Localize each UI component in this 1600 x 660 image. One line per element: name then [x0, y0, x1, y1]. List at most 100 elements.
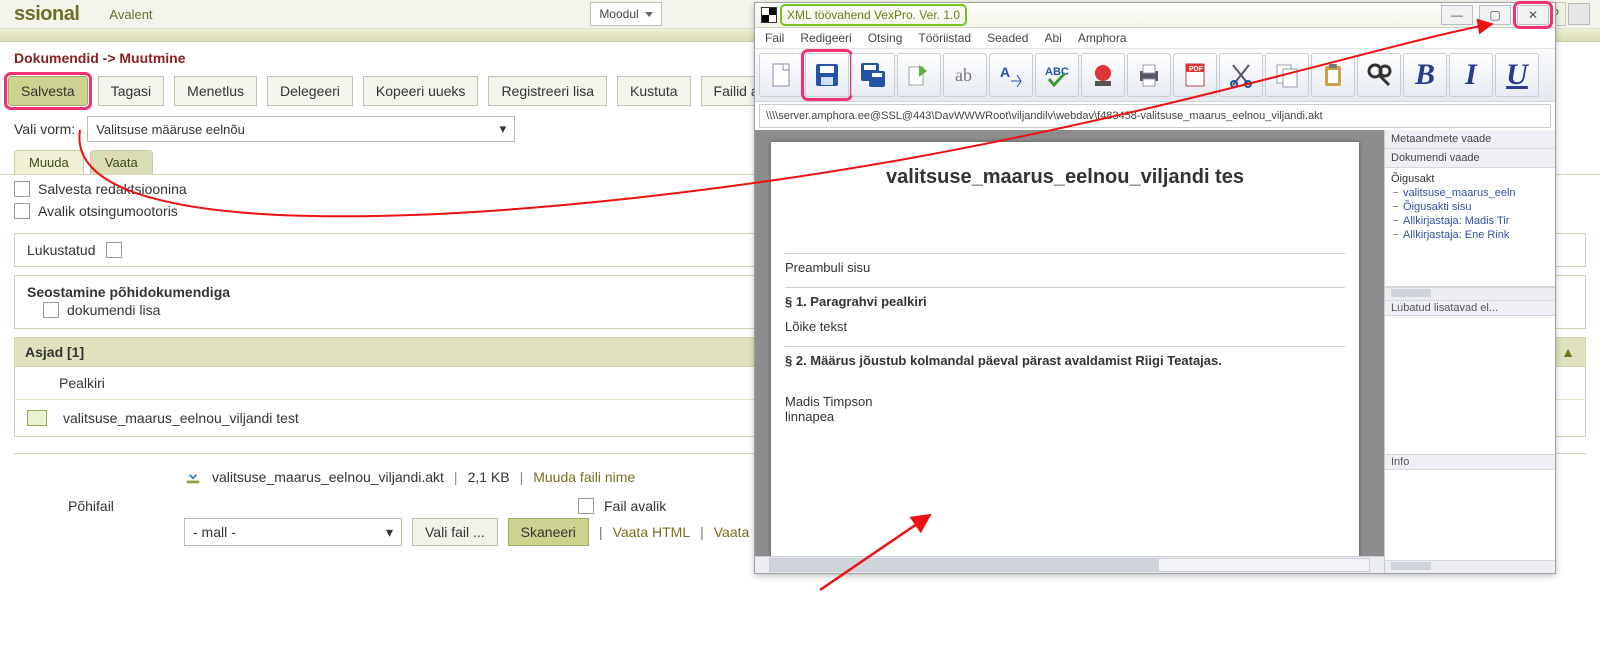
view-html-link[interactable]: Vaata HTML — [613, 524, 691, 540]
back-button[interactable]: Tagasi — [98, 76, 164, 106]
chevron-up-icon[interactable]: ▲ — [1561, 344, 1575, 360]
tab-muuda[interactable]: Muuda — [14, 150, 84, 174]
vexpro-title: XML töövahend VexPro. Ver. 1.0 — [783, 7, 964, 23]
doc-preambul: Preambuli sisu — [785, 253, 1345, 275]
side-meta-header[interactable]: Metaandmete vaade — [1385, 130, 1555, 149]
main-file-name[interactable]: valitsuse_maarus_eelnou_viljandi.akt — [212, 469, 444, 485]
document-page[interactable]: valitsuse_maarus_eelnou_viljandi tes Pre… — [771, 142, 1359, 556]
minimize-button[interactable]: — — [1441, 5, 1473, 25]
save-as-icon[interactable] — [851, 53, 895, 97]
asjad-header: Asjad [1] — [25, 344, 84, 360]
module-select-label: Moodul — [599, 7, 638, 21]
public-search-label: Avalik otsingumootoris — [38, 203, 178, 219]
spellcheck-icon[interactable]: ABC — [1035, 53, 1079, 97]
tree-node[interactable]: Allkirjastaja: Madis Tir — [1391, 214, 1553, 228]
delete-button[interactable]: Kustuta — [617, 76, 690, 106]
logo-fragment: ssional — [14, 3, 79, 26]
file-public-checkbox[interactable] — [578, 498, 594, 514]
save-icon[interactable] — [805, 53, 849, 97]
find-icon[interactable] — [1357, 53, 1401, 97]
cut-icon[interactable] — [1219, 53, 1263, 97]
vexpro-menubar: Fail Redigeeri Otsing Tööriistad Seaded … — [755, 28, 1555, 49]
workflow-button[interactable]: Menetlus — [174, 76, 257, 106]
file-public-label: Fail avalik — [604, 498, 666, 514]
menu-tooriistad[interactable]: Tööriistad — [918, 31, 971, 45]
public-search-checkbox[interactable] — [14, 203, 30, 219]
doc-addon-label: dokumendi lisa — [67, 302, 160, 318]
scan-button[interactable]: Skaneeri — [508, 518, 589, 546]
underline-icon[interactable]: U — [1495, 53, 1539, 97]
module-select[interactable]: Moodul — [590, 0, 662, 28]
menu-seaded[interactable]: Seaded — [987, 31, 1028, 45]
menu-redigeeri[interactable]: Redigeeri — [800, 31, 851, 45]
tree-h-scroll[interactable] — [1385, 287, 1555, 300]
export-icon[interactable] — [897, 53, 941, 97]
vexpro-file-path[interactable]: \\\\server.amphora.ee@SSL@443\DavWWWRoot… — [759, 104, 1551, 128]
template-select-value: - mall - — [193, 524, 236, 540]
register-extra-button[interactable]: Registreeri lisa — [488, 76, 607, 106]
tree-node[interactable]: valitsuse_maarus_eeln — [1391, 186, 1553, 200]
template-select[interactable]: - mall - ▾ — [184, 518, 402, 546]
side-doc-header[interactable]: Dokumendi vaade — [1385, 149, 1555, 168]
text-format-icon[interactable]: A — [989, 53, 1033, 97]
bold-icon[interactable]: B — [1403, 53, 1447, 97]
menu-fail[interactable]: Fail — [765, 31, 784, 45]
svg-text:ab: ab — [955, 65, 972, 85]
pipe-separator: | — [599, 524, 603, 540]
side-tree[interactable]: Õigusakt valitsuse_maarus_eeln Õigusakti… — [1385, 168, 1555, 287]
copy-new-button[interactable]: Kopeeri uueks — [363, 76, 479, 106]
current-user: Avalent — [109, 7, 152, 22]
asjad-row-title: valitsuse_maarus_eelnou_viljandi test — [63, 410, 299, 426]
print-icon[interactable] — [1127, 53, 1171, 97]
paste-icon[interactable] — [1311, 53, 1355, 97]
vexpro-titlebar[interactable]: XML töövahend VexPro. Ver. 1.0 — ▢ ✕ — [755, 3, 1555, 28]
document-icon — [27, 410, 47, 426]
vexpro-side-pane: Metaandmete vaade Dokumendi vaade Õigusa… — [1385, 130, 1555, 573]
new-doc-icon[interactable] — [759, 53, 803, 97]
save-button[interactable]: Salvesta — [8, 76, 88, 106]
chevron-down-icon — [645, 12, 653, 17]
pipe-separator: | — [520, 469, 524, 485]
vexpro-app-icon — [761, 7, 777, 23]
rename-file-link[interactable]: Muuda faili nime — [533, 469, 635, 485]
doc-signer-role: linnapea — [785, 409, 1345, 424]
tree-node[interactable]: Allkirjastaja: Ene Rink — [1391, 228, 1553, 242]
pipe-separator: | — [700, 524, 704, 540]
side-allowed-header[interactable]: Lubatud lisatavad el... — [1385, 300, 1555, 316]
locked-label: Lukustatud — [27, 242, 96, 258]
close-button[interactable]: ✕ — [1517, 5, 1549, 25]
save-as-redaction-checkbox[interactable] — [14, 181, 30, 197]
info-h-scroll[interactable] — [1385, 560, 1555, 573]
delegate-button[interactable]: Delegeeri — [267, 76, 353, 106]
doc-horizontal-scrollbar[interactable] — [755, 556, 1384, 573]
tree-root[interactable]: Õigusakt — [1391, 172, 1553, 186]
form-type-value: Valitsuse määruse eelnõu — [96, 122, 245, 137]
doc-p1-head: § 1. Paragrahvi pealkiri — [785, 287, 1345, 309]
printer-icon[interactable] — [1568, 3, 1590, 25]
doc-signer-name: Madis Timpson — [785, 394, 1345, 409]
doc-p2: § 2. Määrus jõustub kolmandal päeval pär… — [785, 346, 1345, 368]
doc-p1-body: Lõike tekst — [785, 313, 1345, 334]
form-type-label: Vali vorm: — [14, 121, 75, 137]
font-icon[interactable]: ab — [943, 53, 987, 97]
tab-vaata[interactable]: Vaata — [90, 150, 153, 174]
tree-node[interactable]: Õigusakti sisu — [1391, 200, 1553, 214]
menu-otsing[interactable]: Otsing — [868, 31, 903, 45]
form-type-select[interactable]: Valitsuse määruse eelnõu ▾ — [87, 116, 515, 142]
locked-checkbox[interactable] — [106, 242, 122, 258]
copy-icon[interactable] — [1265, 53, 1309, 97]
menu-abi[interactable]: Abi — [1044, 31, 1061, 45]
italic-icon[interactable]: I — [1449, 53, 1493, 97]
menu-amphora[interactable]: Amphora — [1078, 31, 1127, 45]
maximize-button[interactable]: ▢ — [1479, 5, 1511, 25]
side-info-header[interactable]: Info — [1385, 454, 1555, 470]
choose-file-button[interactable]: Vali fail ... — [412, 518, 498, 546]
download-icon — [184, 468, 202, 486]
vexpro-toolbar: ab A ABC PDF B I U — [755, 49, 1555, 102]
chevron-down-icon: ▾ — [500, 121, 507, 137]
svg-text:PDF: PDF — [1189, 66, 1204, 73]
validate-icon[interactable] — [1081, 53, 1125, 97]
doc-addon-checkbox[interactable] — [43, 302, 59, 318]
vexpro-window: XML töövahend VexPro. Ver. 1.0 — ▢ ✕ Fai… — [754, 2, 1556, 574]
pdf-icon[interactable]: PDF — [1173, 53, 1217, 97]
